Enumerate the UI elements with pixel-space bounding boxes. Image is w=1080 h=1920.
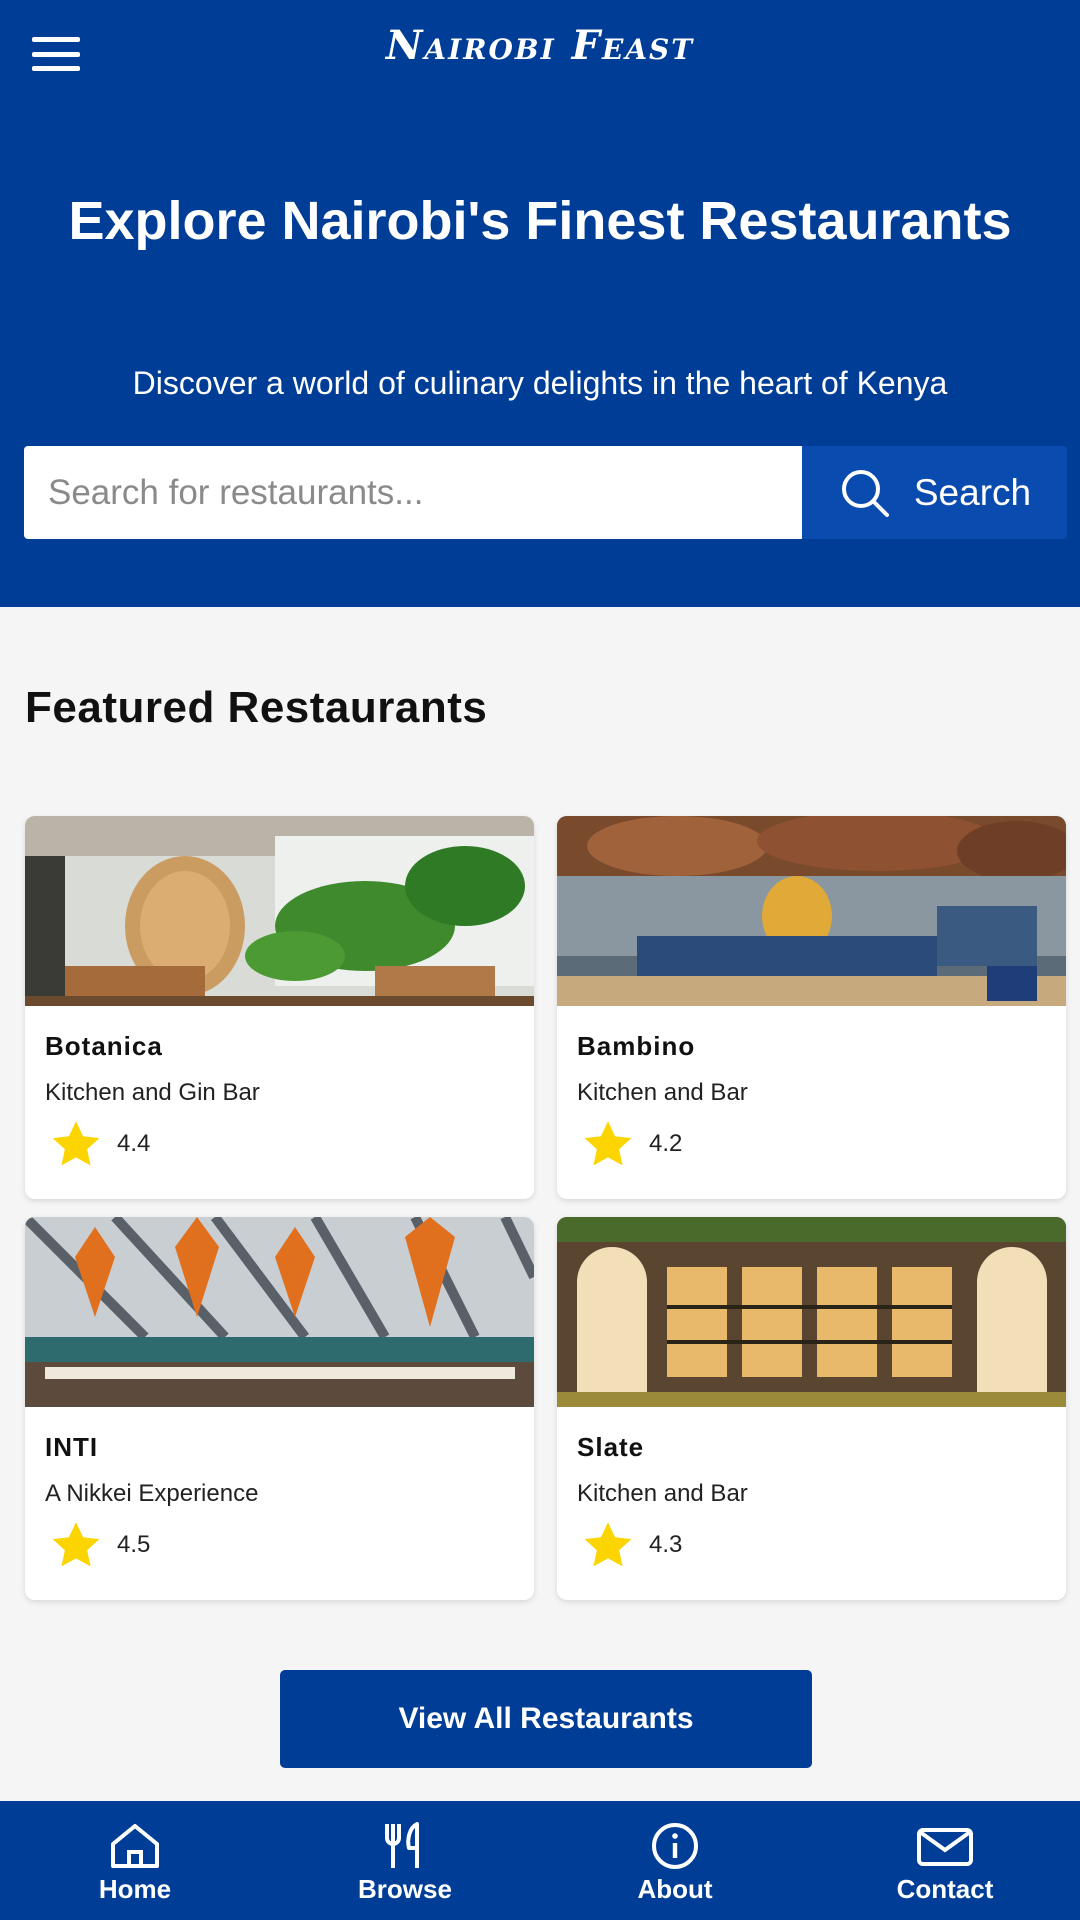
nav-item-home[interactable]: Home: [0, 1801, 270, 1920]
restaurant-card[interactable]: Bambino Kitchen and Bar 4.2: [557, 816, 1066, 1199]
nav-item-about[interactable]: About: [540, 1801, 810, 1920]
search-bar: Search: [24, 446, 1067, 539]
restaurant-name: INTI: [45, 1432, 99, 1462]
search-icon: [841, 469, 889, 517]
search-button-label: Search: [913, 471, 1032, 513]
star-icon: [52, 1522, 100, 1567]
view-all-restaurants-button[interactable]: View All Restaurants: [280, 1670, 812, 1768]
restaurant-photo: [25, 1217, 534, 1407]
restaurant-rating: 4.4: [47, 1119, 150, 1169]
restaurant-rating: 4.2: [579, 1119, 682, 1169]
home-icon: [111, 1824, 159, 1868]
hero-section: Nairobi Feast Explore Nairobi's Finest R…: [0, 0, 1080, 607]
bottom-nav: Home Browse About Contact: [0, 1801, 1080, 1920]
featured-title: Featured Restaurants: [25, 683, 488, 732]
star-icon: [584, 1121, 632, 1166]
nav-label: About: [637, 1874, 713, 1904]
restaurant-name: Slate: [577, 1432, 645, 1462]
search-input[interactable]: [24, 446, 802, 539]
hero-subtitle: Discover a world of culinary delights in…: [132, 365, 948, 401]
rating-value: 4.3: [649, 1531, 683, 1558]
restaurant-subtitle: Kitchen and Gin Bar: [45, 1079, 260, 1106]
utensils-icon: [385, 1822, 419, 1868]
restaurant-subtitle: A Nikkei Experience: [45, 1480, 259, 1507]
rating-value: 4.4: [117, 1130, 151, 1157]
restaurant-subtitle: Kitchen and Bar: [577, 1480, 748, 1507]
restaurant-rating: 4.3: [579, 1520, 682, 1570]
info-icon: [652, 1823, 698, 1869]
restaurant-name: Botanica: [45, 1031, 163, 1061]
brand-logo[interactable]: Nairobi Feast: [0, 22, 1080, 69]
hero-title: Explore Nairobi's Finest Restaurants: [68, 191, 1012, 251]
restaurant-card[interactable]: Botanica Kitchen and Gin Bar 4.4: [25, 816, 534, 1199]
restaurant-subtitle: Kitchen and Bar: [577, 1079, 748, 1106]
rating-value: 4.2: [649, 1130, 683, 1157]
restaurant-card[interactable]: INTI A Nikkei Experience 4.5: [25, 1217, 534, 1600]
restaurant-photo: [557, 1217, 1066, 1407]
nav-label: Contact: [896, 1874, 994, 1904]
nav-label: Home: [98, 1874, 172, 1904]
star-icon: [584, 1522, 632, 1567]
restaurant-photo: [557, 816, 1066, 1006]
restaurant-photo: [25, 816, 534, 1006]
nav-item-contact[interactable]: Contact: [810, 1801, 1080, 1920]
rating-value: 4.5: [117, 1531, 151, 1558]
nav-item-browse[interactable]: Browse: [270, 1801, 540, 1920]
star-icon: [52, 1121, 100, 1166]
mail-icon: [917, 1828, 973, 1866]
search-button[interactable]: Search: [802, 446, 1067, 539]
restaurant-rating: 4.5: [47, 1520, 150, 1570]
restaurant-card[interactable]: Slate Kitchen and Bar 4.3: [557, 1217, 1066, 1600]
nav-label: Browse: [358, 1874, 452, 1904]
restaurant-name: Bambino: [577, 1031, 696, 1061]
